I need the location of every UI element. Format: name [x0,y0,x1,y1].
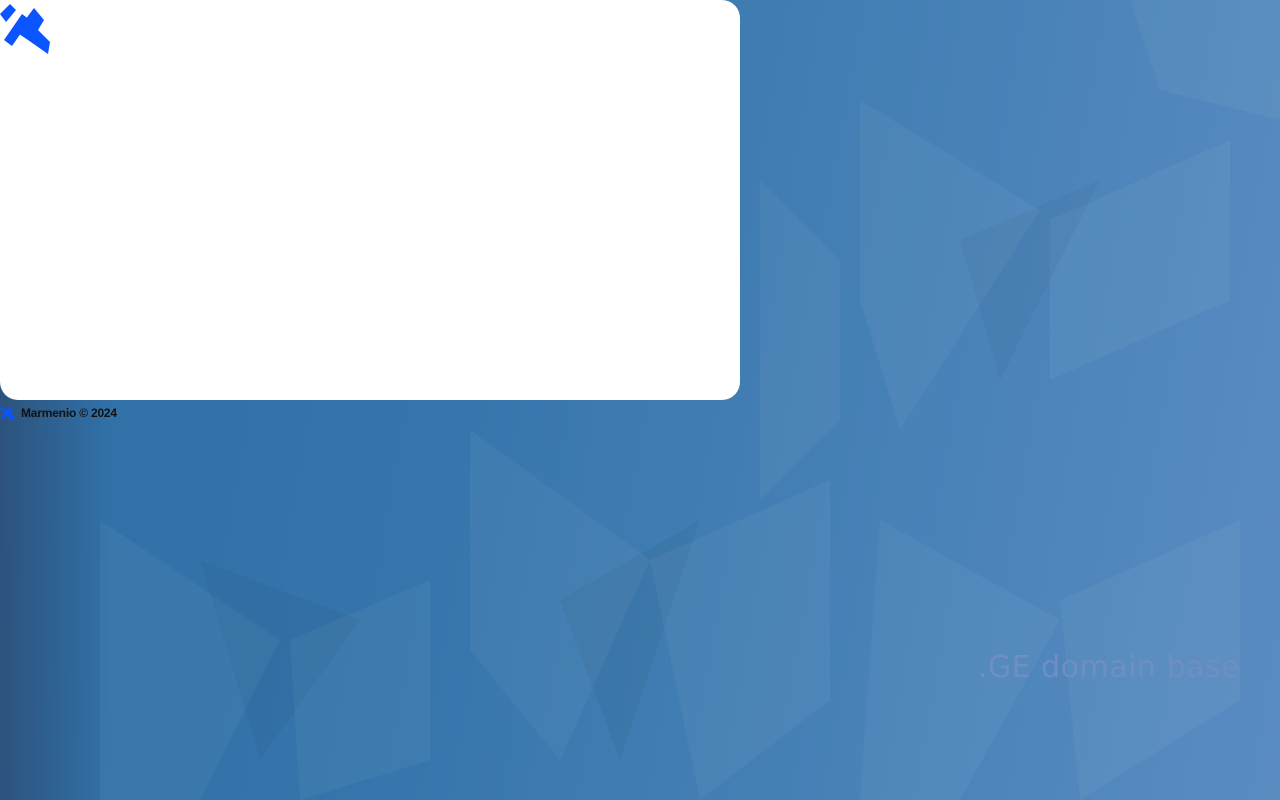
footer-copyright: Marmenio © 2024 [21,406,117,420]
marmenio-logo-icon[interactable] [0,0,52,56]
footer: Marmenio © 2024 [0,404,117,422]
marmenio-small-logo-icon [0,406,15,421]
content-card [0,0,740,400]
domain-base-caption: .GE domain base [977,650,1240,685]
